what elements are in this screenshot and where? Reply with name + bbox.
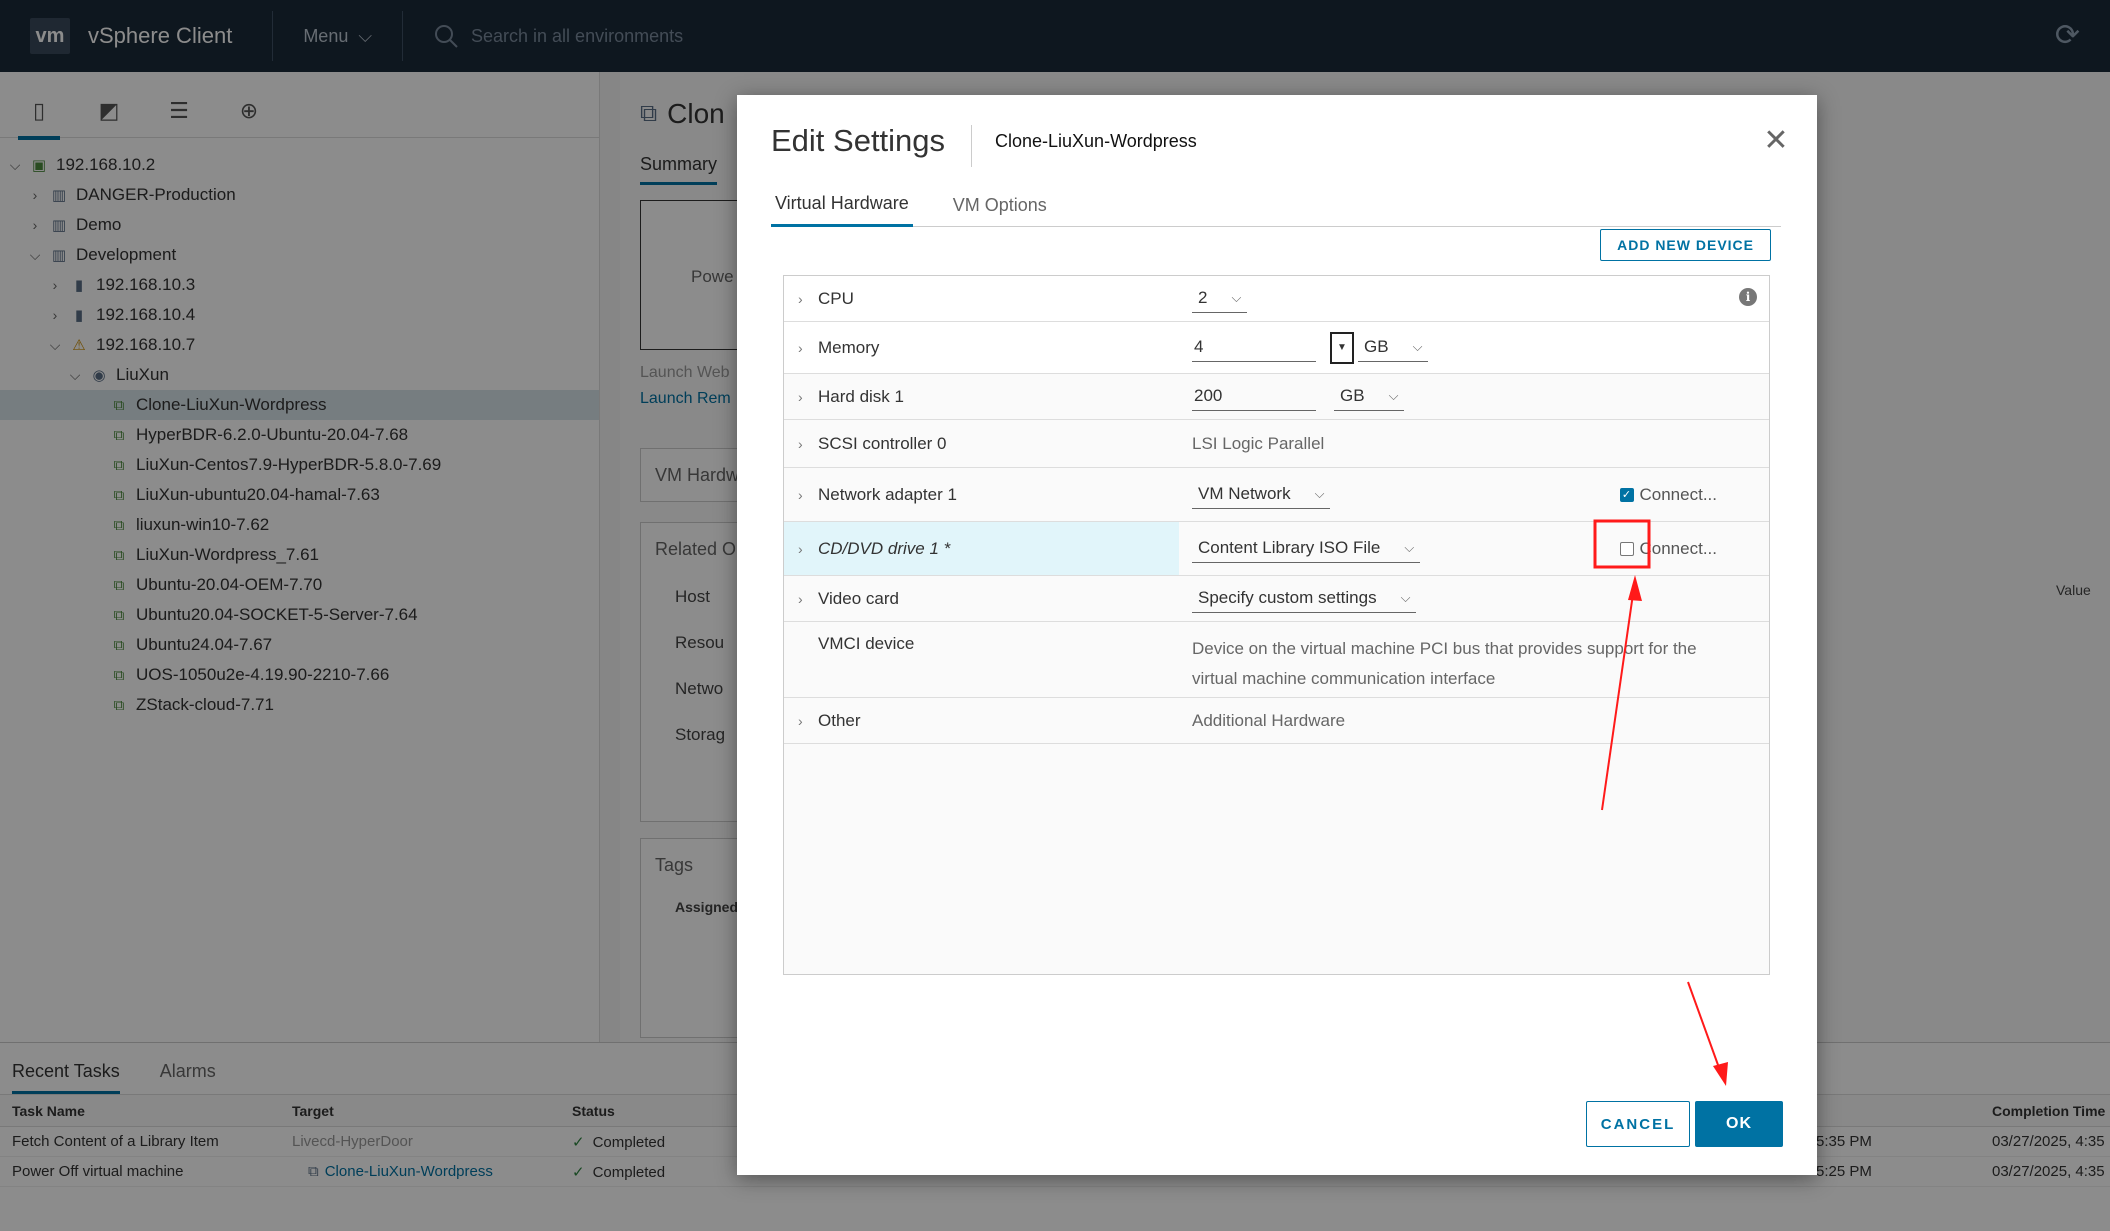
video-label: Video card (818, 588, 899, 608)
network-select[interactable]: VM Network ⌵ (1192, 480, 1331, 509)
cdrom-label: CD/DVD drive 1 * (818, 538, 951, 558)
other-expander[interactable]: › Other (784, 698, 1179, 743)
hard-disk-label: Hard disk 1 (818, 386, 904, 406)
hard-disk-unit-select[interactable]: GB ⌵ (1334, 382, 1405, 411)
network-connect-label: Connect... (1639, 484, 1718, 504)
chevron-down-icon: ⌵ (1404, 540, 1415, 555)
scsi-value: LSI Logic Parallel (1192, 433, 1325, 453)
cdrom-value: Content Library ISO File ⌵ (1192, 522, 1421, 575)
chevron-right-icon: › (798, 486, 803, 503)
memory-input[interactable]: 4 (1192, 333, 1316, 362)
checkbox-unchecked-icon (1619, 541, 1634, 556)
dialog-subtitle: Clone-LiuXun-Wordpress (995, 131, 1197, 151)
hardware-row-vmci: VMCI device Device on the virtual machin… (784, 622, 1769, 698)
other-value: Additional Hardware (1192, 710, 1346, 730)
video-select[interactable]: Specify custom settings ⌵ (1192, 584, 1417, 613)
hard-disk-value: 200 GB ⌵ (1192, 374, 1405, 419)
chevron-down-icon: ⌵ (1314, 486, 1325, 501)
chevron-right-icon: › (798, 339, 803, 356)
cdrom-selected-value: Content Library ISO File (1198, 538, 1381, 557)
hard-disk-input[interactable]: 200 (1192, 382, 1316, 411)
chevron-down-icon: ⌵ (1388, 388, 1399, 403)
cpu-label: CPU (818, 288, 854, 308)
cpu-select[interactable]: 2 ⌵ (1192, 284, 1248, 313)
vmci-value: Device on the virtual machine PCI bus th… (1192, 622, 1697, 697)
cdrom-connect-label: Connect... (1639, 538, 1718, 558)
edit-settings-dialog: Edit Settings Clone-LiuXun-Wordpress ✕ V… (737, 95, 1817, 1175)
scsi-expander[interactable]: › SCSI controller 0 (784, 420, 1179, 467)
memory-unit: GB (1364, 337, 1389, 356)
dialog-title: Edit Settings (771, 123, 946, 158)
chevron-right-icon: › (798, 712, 803, 729)
network-expander[interactable]: › Network adapter 1 (784, 468, 1179, 521)
network-value: VM Network ⌵ (1192, 468, 1331, 521)
hard-disk-unit: GB (1340, 386, 1365, 405)
title-divider (971, 125, 972, 167)
hardware-row-hard-disk: › Hard disk 1 200 GB ⌵ (784, 374, 1769, 420)
cpu-value: 2 ⌵ (1192, 276, 1248, 321)
hardware-row-network: › Network adapter 1 VM Network ⌵ ✓ Connect.… (784, 468, 1769, 522)
hardware-row-video: › Video card Specify custom settings ⌵ (784, 576, 1769, 622)
hardware-row-cdrom: › CD/DVD drive 1 * Content Library ISO Fi… (784, 522, 1769, 576)
virtual-hardware-list: › CPU 2 ⌵ i › Memory 4 ▼ GB ⌵ › Hard disk 1 2… (783, 275, 1770, 975)
info-icon[interactable]: i (1739, 288, 1757, 306)
checkbox-checked-icon: ✓ (1619, 487, 1634, 502)
chevron-right-icon: › (798, 590, 803, 607)
chevron-down-icon: ⌵ (1412, 339, 1423, 354)
memory-unit-select[interactable]: GB ⌵ (1358, 333, 1429, 362)
video-value: Specify custom settings ⌵ (1192, 576, 1417, 621)
scsi-label: SCSI controller 0 (818, 433, 947, 453)
memory-spinner-button[interactable]: ▼ (1330, 331, 1354, 364)
chevron-right-icon: › (798, 388, 803, 405)
memory-label: Memory (818, 337, 880, 357)
add-new-device-button[interactable]: ADD NEW DEVICE (1600, 229, 1771, 261)
memory-expander[interactable]: › Memory (784, 322, 1179, 373)
tab-virtual-hardware[interactable]: Virtual Hardware (771, 183, 913, 227)
other-label: Other (818, 710, 861, 730)
dialog-tabs: Virtual Hardware VM Options (771, 183, 1781, 227)
memory-value: 4 ▼ GB ⌵ (1192, 322, 1429, 373)
vmci-desc-line1: Device on the virtual machine PCI bus th… (1192, 639, 1697, 658)
hardware-row-memory: › Memory 4 ▼ GB ⌵ (784, 322, 1769, 374)
network-label: Network adapter 1 (818, 484, 957, 504)
ok-button[interactable]: OK (1695, 1101, 1783, 1147)
cpu-selected-value: 2 (1198, 288, 1208, 307)
chevron-right-icon: › (798, 290, 803, 307)
cancel-button[interactable]: CANCEL (1586, 1101, 1690, 1147)
chevron-down-icon: ⌵ (1400, 590, 1411, 605)
vmci-name: VMCI device (784, 622, 1179, 697)
hardware-row-other: › Other Additional Hardware (784, 698, 1769, 744)
close-icon[interactable]: ✕ (1761, 124, 1791, 157)
network-selected-value: VM Network (1198, 484, 1291, 503)
vmci-label: VMCI device (818, 634, 915, 653)
hard-disk-expander[interactable]: › Hard disk 1 (784, 374, 1179, 419)
tab-vm-options[interactable]: VM Options (949, 183, 1051, 227)
cpu-expander[interactable]: › CPU (784, 276, 1179, 321)
chevron-right-icon: › (798, 540, 803, 557)
chevron-right-icon: › (798, 435, 803, 452)
cdrom-select[interactable]: Content Library ISO File ⌵ (1192, 534, 1421, 563)
video-expander[interactable]: › Video card (784, 576, 1179, 621)
vmci-desc-line2: virtual machine communication interface (1192, 669, 1496, 688)
hardware-row-scsi: › SCSI controller 0 LSI Logic Parallel (784, 420, 1769, 468)
video-selected-value: Specify custom settings (1198, 588, 1377, 607)
network-connect-checkbox[interactable]: ✓ Connect... (1619, 468, 1718, 521)
cdrom-connect-checkbox[interactable]: Connect... (1619, 522, 1718, 575)
cdrom-expander[interactable]: › CD/DVD drive 1 * (784, 522, 1179, 575)
chevron-down-icon: ⌵ (1231, 290, 1242, 305)
hardware-row-cpu: › CPU 2 ⌵ i (784, 276, 1769, 322)
